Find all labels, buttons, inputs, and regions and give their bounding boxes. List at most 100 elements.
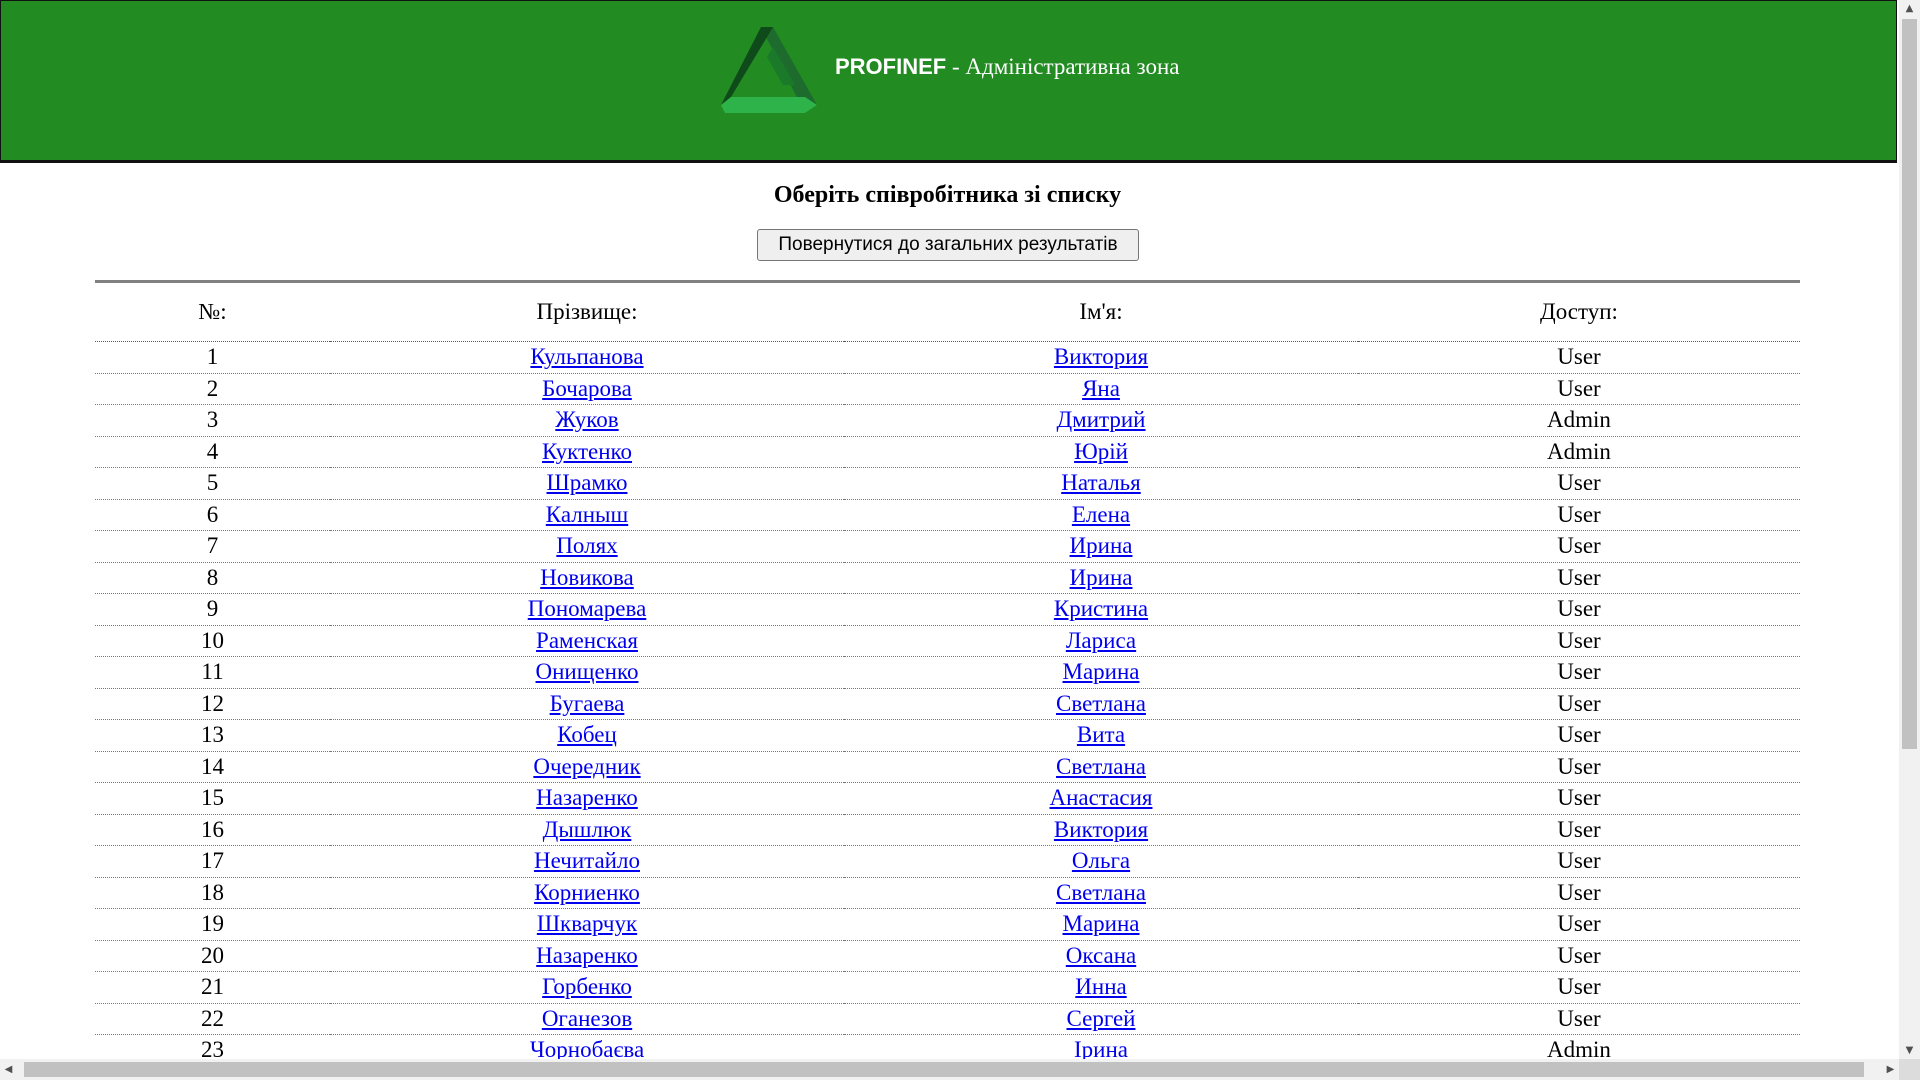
surname-cell: Жуков (330, 404, 844, 437)
row-number: 14 (95, 751, 330, 783)
column-header-name: Ім'я: (844, 283, 1358, 342)
horizontal-scroll-thumb[interactable] (24, 1062, 1864, 1077)
row-number: 2 (95, 373, 330, 405)
surname-link[interactable]: Кульпанова (530, 344, 643, 369)
name-link[interactable]: Светлана (1056, 880, 1146, 905)
surname-link[interactable]: Шрамко (547, 470, 628, 495)
name-link[interactable]: Светлана (1056, 691, 1146, 716)
surname-link[interactable]: Пономарева (528, 596, 647, 621)
surname-link[interactable]: Назаренко (536, 943, 638, 968)
employees-table-container: №: Прізвище: Ім'я: Доступ: 1 Кульпанова Ви… (95, 280, 1800, 1059)
surname-cell: Пономарева (330, 593, 844, 626)
name-link[interactable]: Дмитрий (1056, 407, 1145, 432)
surname-link[interactable]: Нечитайло (534, 848, 640, 873)
surname-link[interactable]: Куктенко (542, 439, 632, 464)
surname-cell: Очередник (330, 751, 844, 783)
row-number: 9 (95, 593, 330, 626)
back-to-results-button[interactable]: Повернутися до загальних результатів (757, 229, 1139, 261)
name-cell: Сергей (844, 1003, 1358, 1035)
name-link[interactable]: Марина (1063, 659, 1140, 684)
surname-cell: Онищенко (330, 656, 844, 689)
row-number: 7 (95, 530, 330, 563)
name-cell: Ірина (844, 1034, 1358, 1059)
scroll-up-arrow-icon[interactable]: ▲ (1899, 0, 1920, 17)
surname-link[interactable]: Горбенко (542, 974, 632, 999)
surname-link[interactable]: Кобец (557, 722, 617, 747)
surname-link[interactable]: Назаренко (536, 785, 638, 810)
access-level: User (1358, 908, 1800, 941)
access-level: User (1358, 562, 1800, 594)
name-link[interactable]: Ольга (1072, 848, 1130, 873)
name-link[interactable]: Виктория (1054, 344, 1148, 369)
surname-cell: Кобец (330, 719, 844, 752)
table-row: 1 Кульпанова Виктория User (95, 341, 1800, 374)
name-link[interactable]: Вита (1077, 722, 1125, 747)
access-level: User (1358, 530, 1800, 563)
column-header-number: №: (95, 283, 330, 342)
surname-link[interactable]: Онищенко (536, 659, 639, 684)
name-cell: Юрій (844, 436, 1358, 468)
surname-link[interactable]: Калныш (546, 502, 628, 527)
name-link[interactable]: Кристина (1054, 596, 1148, 621)
name-cell: Виктория (844, 814, 1358, 846)
access-level: User (1358, 971, 1800, 1004)
header-subtitle: - Адміністративна зона (946, 54, 1180, 79)
surname-link[interactable]: Чорнобаєва (530, 1037, 644, 1059)
vertical-scroll-thumb[interactable] (1902, 19, 1917, 749)
name-link[interactable]: Сергей (1067, 1006, 1136, 1031)
name-cell: Дмитрий (844, 404, 1358, 437)
surname-link[interactable]: Шкварчук (537, 911, 637, 936)
surname-link[interactable]: Очередник (533, 754, 640, 779)
surname-link[interactable]: Раменская (536, 628, 638, 653)
name-cell: Ирина (844, 530, 1358, 563)
vertical-scrollbar[interactable]: ▲ ▼ (1899, 0, 1920, 1059)
header-title: PROFINEF - Адміністративна зона (835, 53, 1179, 81)
row-number: 23 (95, 1034, 330, 1059)
surname-link[interactable]: Оганезов (542, 1006, 632, 1031)
name-link[interactable]: Анастасия (1050, 785, 1153, 810)
scroll-left-arrow-icon[interactable]: ◀ (0, 1059, 17, 1080)
row-number: 12 (95, 688, 330, 720)
scroll-down-arrow-icon[interactable]: ▼ (1899, 1042, 1920, 1059)
name-link[interactable]: Марина (1063, 911, 1140, 936)
name-link[interactable]: Ірина (1074, 1037, 1128, 1059)
surname-link[interactable]: Бочарова (542, 376, 632, 401)
name-cell: Елена (844, 499, 1358, 531)
surname-cell: Корниенко (330, 877, 844, 909)
column-header-surname: Прізвище: (330, 283, 844, 342)
name-link[interactable]: Светлана (1056, 754, 1146, 779)
row-number: 5 (95, 467, 330, 500)
name-link[interactable]: Инна (1075, 974, 1126, 999)
name-cell: Светлана (844, 688, 1358, 720)
table-row: 17 Нечитайло Ольга User (95, 845, 1800, 878)
surname-link[interactable]: Жуков (555, 407, 618, 432)
scroll-right-arrow-icon[interactable]: ▶ (1882, 1059, 1899, 1080)
name-link[interactable]: Наталья (1061, 470, 1141, 495)
surname-link[interactable]: Дышлюк (543, 817, 632, 842)
row-number: 22 (95, 1003, 330, 1035)
name-link[interactable]: Елена (1072, 502, 1130, 527)
row-number: 8 (95, 562, 330, 594)
row-number: 19 (95, 908, 330, 941)
name-link[interactable]: Ирина (1070, 565, 1133, 590)
row-number: 4 (95, 436, 330, 468)
name-link[interactable]: Юрій (1074, 439, 1128, 464)
surname-link[interactable]: Корниенко (534, 880, 640, 905)
horizontal-scrollbar[interactable]: ◀ ▶ (0, 1059, 1899, 1080)
name-link[interactable]: Виктория (1054, 817, 1148, 842)
surname-link[interactable]: Новикова (540, 565, 634, 590)
access-level: User (1358, 877, 1800, 909)
access-level: Admin (1358, 436, 1800, 468)
name-link[interactable]: Ирина (1070, 533, 1133, 558)
surname-link[interactable]: Бугаева (550, 691, 625, 716)
surname-link[interactable]: Полях (556, 533, 617, 558)
name-link[interactable]: Яна (1082, 376, 1120, 401)
surname-cell: Кульпанова (330, 341, 844, 374)
name-cell: Яна (844, 373, 1358, 405)
name-link[interactable]: Оксана (1066, 943, 1136, 968)
surname-cell: Оганезов (330, 1003, 844, 1035)
table-body: 1 Кульпанова Виктория User 2 Бочарова Яна User 3… (95, 341, 1800, 1059)
name-link[interactable]: Лариса (1066, 628, 1136, 653)
table-row: 16 Дышлюк Виктория User (95, 814, 1800, 846)
table-row: 8 Новикова Ирина User (95, 562, 1800, 594)
